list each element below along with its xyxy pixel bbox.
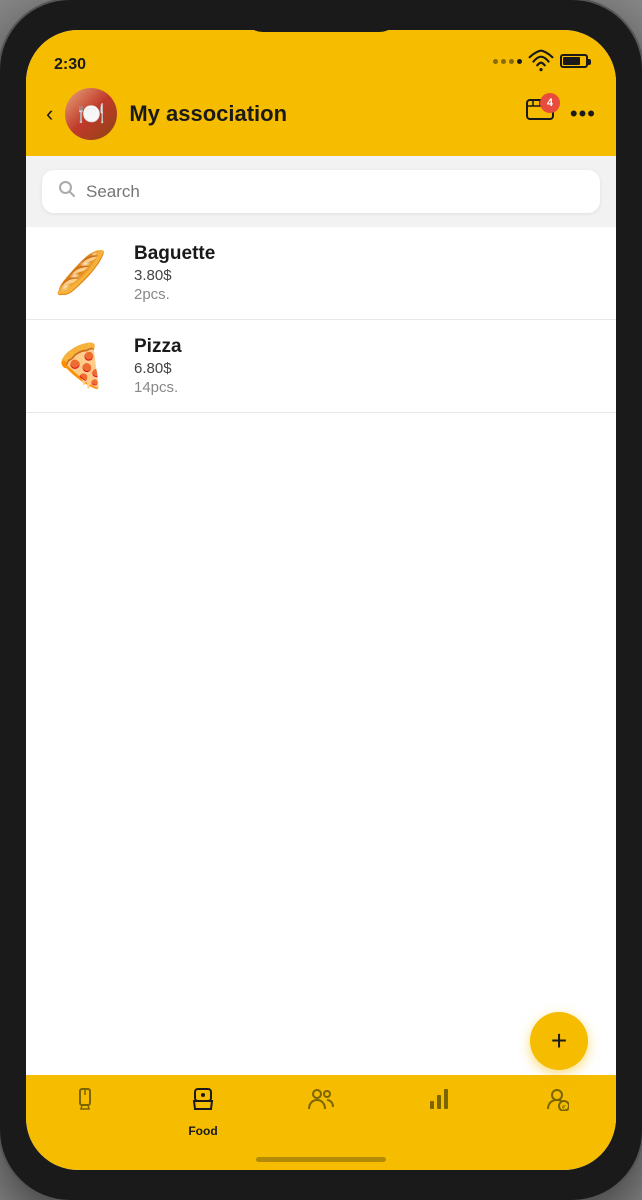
nav-item-drinks[interactable] [55,1087,115,1118]
search-input[interactable] [86,182,584,202]
item-qty: 2pcs. [134,286,215,303]
item-info: Pizza 6.80$ 14pcs. [134,336,182,396]
svg-text:€: € [562,1105,566,1111]
item-price: 3.80$ [134,267,215,284]
main-content: 🥖 Baguette 3.80$ 2pcs. 🍕 Pizza 6.80$ 14p… [26,156,616,1075]
status-time: 2:30 [54,56,86,74]
list-item[interactable]: 🍕 Pizza 6.80$ 14pcs. [26,320,616,413]
nav-item-members[interactable] [291,1087,351,1118]
notification-badge: 4 [540,93,560,113]
battery-icon [560,54,588,68]
back-button[interactable]: ‹ [46,103,53,125]
search-container [26,156,616,227]
item-name: Pizza [134,336,182,358]
items-list: 🥖 Baguette 3.80$ 2pcs. 🍕 Pizza 6.80$ 14p… [26,227,616,1075]
nav-item-food[interactable]: Food [173,1087,233,1138]
status-bar: 2:30 [26,30,616,80]
search-icon [58,180,76,203]
phone-frame: 2:30 [0,0,642,1200]
item-name: Baguette [134,243,215,265]
avatar: 🍽️ [65,88,117,140]
home-indicator [256,1157,386,1162]
nav-item-account[interactable]: € [527,1087,587,1118]
item-info: Baguette 3.80$ 2pcs. [134,243,215,303]
nav-item-stats[interactable] [409,1087,469,1118]
item-qty: 14pcs. [134,379,182,396]
signal-icon [493,59,522,64]
item-price: 6.80$ [134,360,182,377]
nav-icon-drinks [73,1087,97,1118]
item-image: 🥖 [46,248,116,298]
nav-icon-food [190,1087,216,1120]
status-icons [493,48,588,74]
nav-label-food: Food [188,1124,217,1138]
fab-button[interactable]: + [530,1012,588,1070]
phone-screen: 2:30 [26,30,616,1170]
wifi-icon [528,48,554,74]
nav-icon-account: € [545,1087,569,1118]
notification-button[interactable]: 4 [526,99,554,130]
header-title: My association [129,101,514,127]
notch [241,0,401,32]
list-item[interactable]: 🥖 Baguette 3.80$ 2pcs. [26,227,616,320]
battery-level [563,57,580,65]
bottom-nav: Food € [26,1075,616,1170]
search-box [42,170,600,213]
nav-icon-stats [427,1087,451,1118]
app-header: ‹ 🍽️ My association 4 [26,80,616,156]
item-image: 🍕 [46,341,116,391]
nav-icon-members [308,1087,334,1118]
header-actions: 4 ••• [526,99,596,130]
more-button[interactable]: ••• [570,101,596,127]
